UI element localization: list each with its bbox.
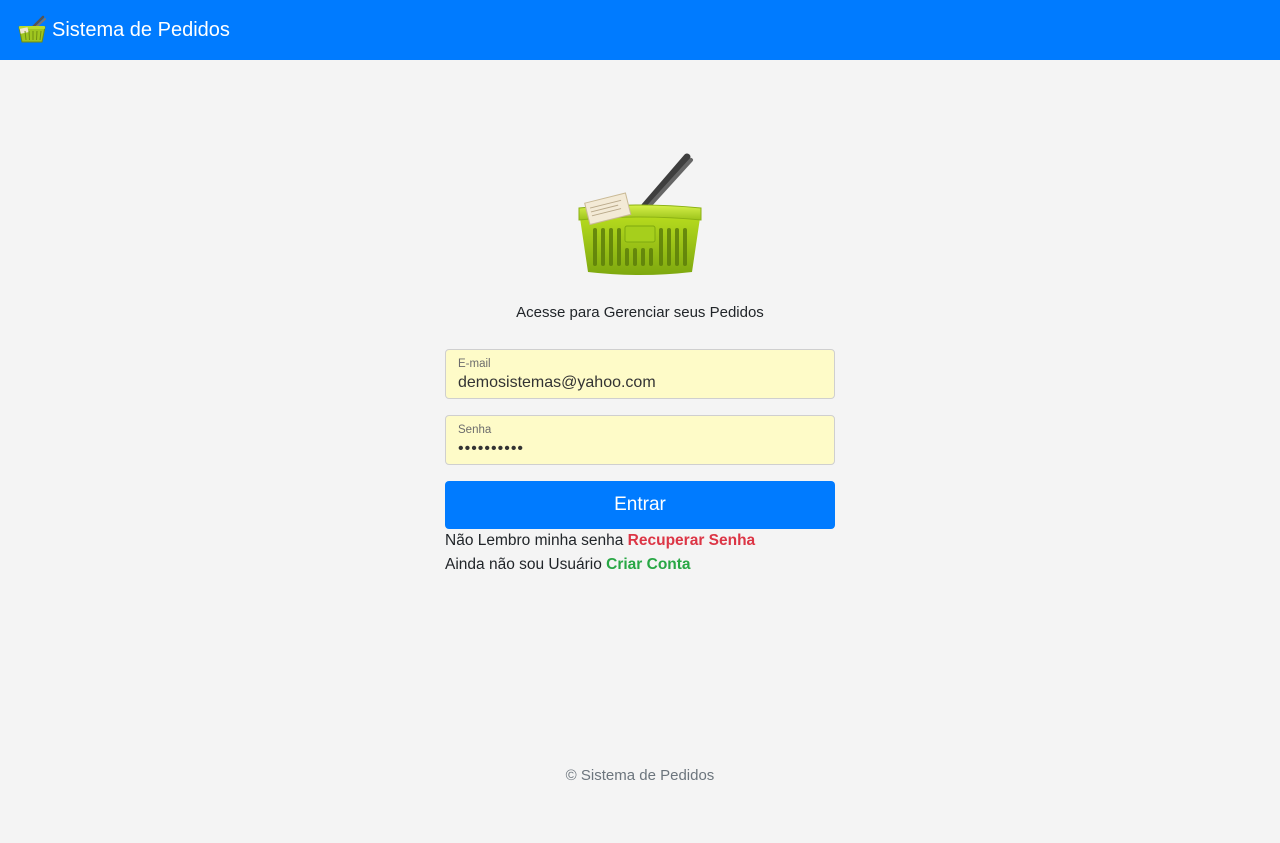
create-account-link[interactable]: Criar Conta [606,556,690,573]
password-label: Senha [458,424,492,436]
recover-password-link[interactable]: Recuperar Senha [628,532,756,549]
shopping-basket-icon [578,153,702,275]
login-button[interactable]: Entrar [445,481,835,529]
navbar: Sistema de Pedidos [0,0,1280,60]
signup-line: Ainda não sou Usuário Criar Conta [445,556,691,574]
email-label: E-mail [458,358,491,370]
email-input[interactable] [458,371,822,393]
email-field[interactable]: E-mail [445,349,835,399]
brand-title: Sistema de Pedidos [52,18,230,41]
password-field[interactable]: Senha [445,415,835,465]
footer-copyright: © Sistema de Pedidos [565,767,715,784]
forgot-password-line: Não Lembro minha senha Recuperar Senha [445,532,755,550]
login-subtitle: Acesse para Gerenciar seus Pedidos [516,304,764,321]
brand-link[interactable]: Sistema de Pedidos [16,14,230,46]
signup-text: Ainda não sou Usuário [445,556,602,573]
password-input[interactable] [458,437,822,459]
shopping-basket-icon [18,15,46,43]
forgot-password-text: Não Lembro minha senha [445,532,624,549]
